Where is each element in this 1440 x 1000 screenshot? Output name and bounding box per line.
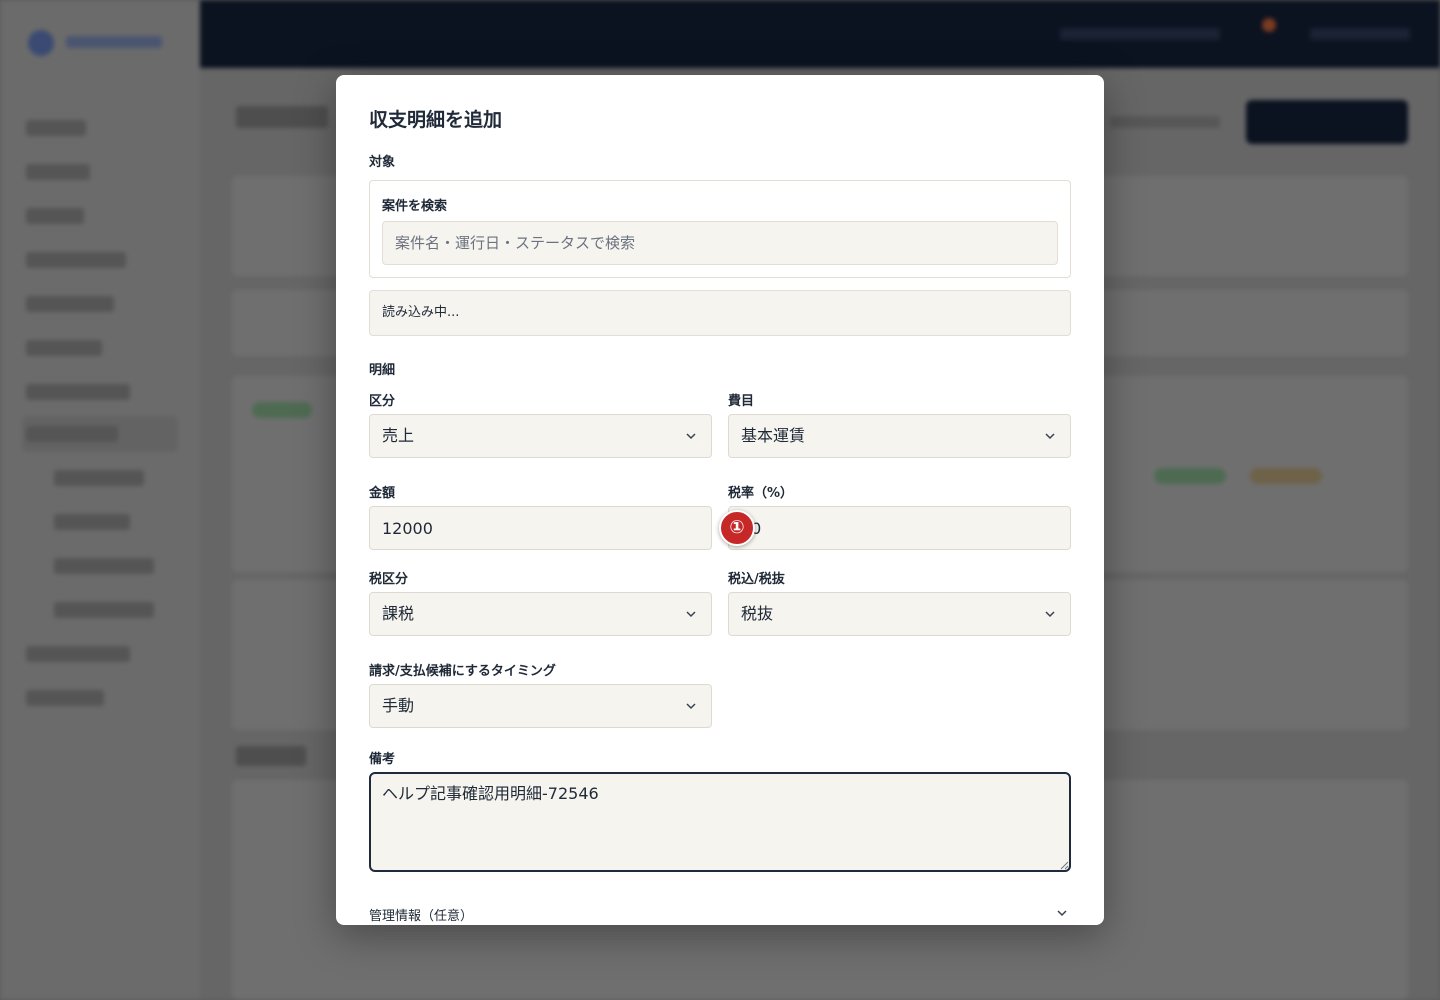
admin-info-toggle[interactable]: 管理情報（任意）: [369, 903, 1071, 925]
background-sidebar: [0, 0, 200, 1000]
background-nav-item: [26, 120, 86, 136]
background-badge: [1154, 468, 1226, 484]
category-label: 区分: [369, 394, 396, 409]
amount-field[interactable]: [369, 506, 712, 550]
timing-label: 請求/支払候補にするタイミング: [369, 664, 556, 679]
tax-class-label: 税区分: [369, 572, 409, 587]
step-marker-badge: ①: [719, 510, 755, 546]
admin-info-label: 管理情報（任意）: [369, 909, 474, 924]
background-page-title: [236, 106, 328, 128]
tax-mode-select[interactable]: 税抜: [728, 592, 1071, 636]
chevron-down-icon: [686, 611, 696, 618]
chevron-down-icon: [686, 703, 696, 710]
tax-class-select[interactable]: 課税: [369, 592, 712, 636]
case-list-loading: 読み込み中...: [369, 290, 1071, 336]
background-nav-item: [26, 252, 126, 268]
note-textarea[interactable]: ヘルプ記事確認用明細-72546: [369, 772, 1071, 872]
background-nav-subitem: [54, 602, 154, 618]
item-select[interactable]: 基本運賃: [728, 414, 1071, 458]
background-nav-item: [26, 164, 90, 180]
background-nav-item: [26, 296, 114, 312]
background-topbar: [200, 0, 1440, 68]
category-value: 売上: [382, 426, 415, 445]
background-nav-item: [26, 208, 84, 224]
background-nav-item: [26, 340, 102, 356]
background-logo: [28, 28, 168, 56]
tax-rate-input[interactable]: [741, 507, 1058, 549]
modal-title: 収支明細を追加: [369, 109, 503, 131]
tax-mode-label: 税込/税抜: [728, 572, 785, 587]
timing-value: 手動: [382, 696, 415, 715]
item-label: 費目: [728, 394, 755, 409]
background-nav-subitem: [54, 514, 130, 530]
background-primary-button: [1246, 100, 1408, 144]
tax-rate-label: 税率（%）: [728, 486, 794, 501]
category-select[interactable]: 売上: [369, 414, 712, 458]
background-notification-badge: [1262, 18, 1276, 32]
timing-select[interactable]: 手動: [369, 684, 712, 728]
case-search-label: 案件を検索: [382, 199, 448, 214]
case-search-panel: 案件を検索: [369, 180, 1071, 278]
background-nav-subitem: [54, 470, 144, 486]
chevron-down-icon: [686, 433, 696, 440]
note-label: 備考: [369, 752, 396, 767]
background-nav-item: [26, 384, 130, 400]
tax-rate-field[interactable]: [728, 506, 1071, 550]
add-income-expense-modal: 収支明細を追加 対象 案件を検索 読み込み中... 明細 区分 売上 費目 基本…: [336, 75, 1104, 925]
background-topbar-text: [1310, 28, 1410, 40]
background-topbar-text: [1060, 28, 1220, 40]
chevron-down-icon: [1045, 611, 1055, 618]
item-value: 基本運賃: [741, 426, 806, 445]
target-section-label: 対象: [369, 155, 396, 170]
amount-input[interactable]: [382, 507, 699, 549]
background-nav-item: [26, 690, 104, 706]
resize-handle-icon[interactable]: [1059, 860, 1069, 870]
background-badge: [252, 402, 312, 418]
background-nav-subitem: [54, 558, 154, 574]
background-section-title: [236, 746, 306, 766]
tax-class-value: 課税: [382, 604, 415, 623]
background-badge: [1250, 468, 1322, 484]
background-nav-item: [26, 646, 130, 662]
background-link: [1110, 116, 1220, 128]
chevron-down-icon: [1057, 910, 1067, 917]
detail-section-label: 明細: [369, 363, 396, 378]
background-nav-item: [26, 426, 118, 442]
tax-mode-value: 税抜: [741, 604, 774, 623]
chevron-down-icon: [1045, 433, 1055, 440]
amount-label: 金額: [369, 486, 396, 501]
case-search-input[interactable]: [382, 221, 1058, 265]
